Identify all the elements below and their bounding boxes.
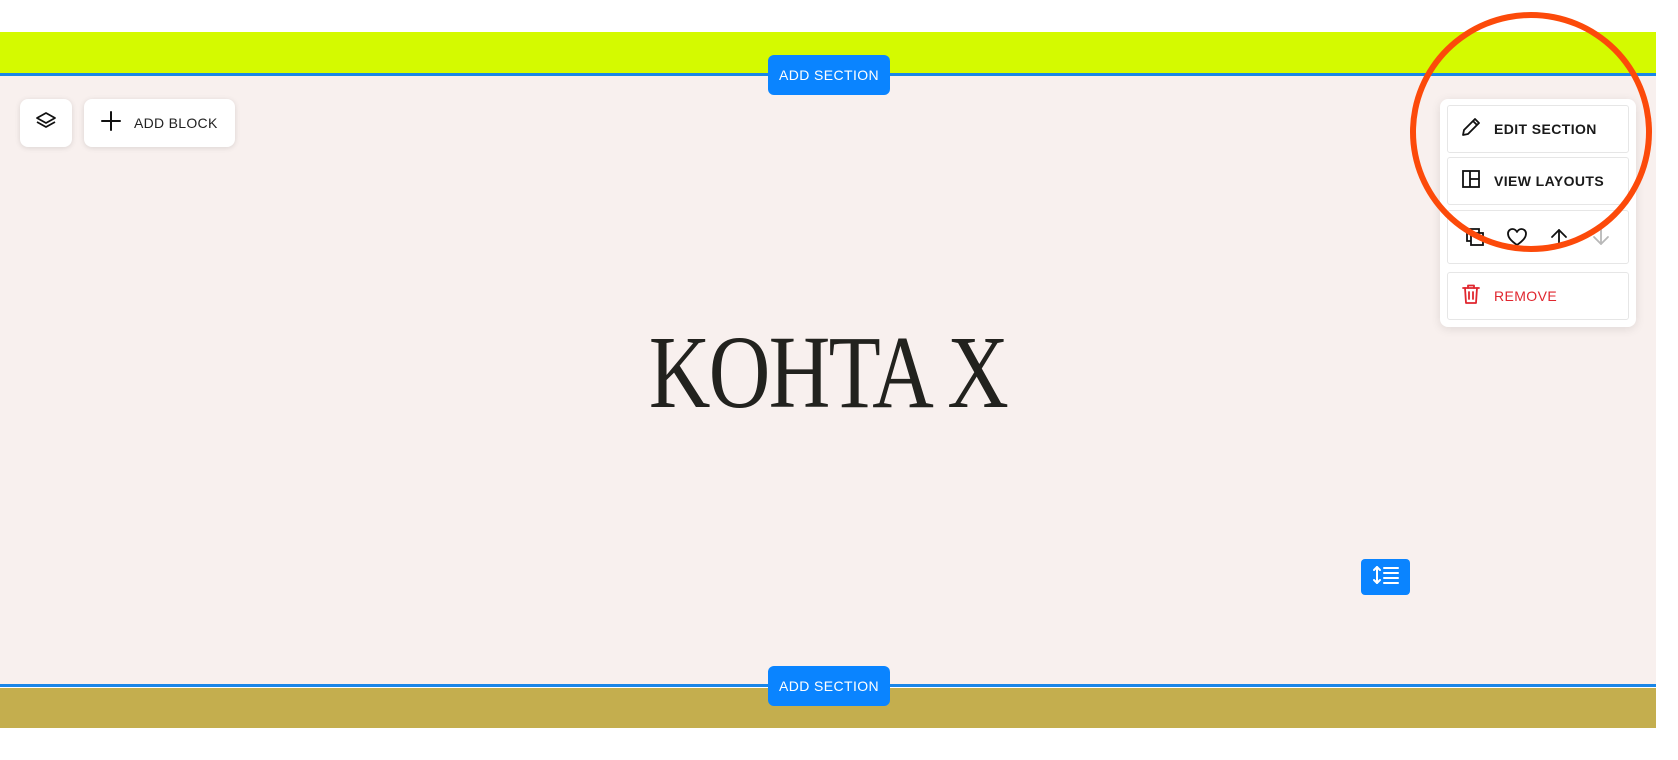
view-layouts-label: VIEW LAYOUTS <box>1494 173 1605 189</box>
section-spacing-button[interactable] <box>1361 559 1410 595</box>
section-heading[interactable]: KOHTA X <box>149 318 1507 428</box>
view-layouts-button[interactable]: VIEW LAYOUTS <box>1447 157 1629 205</box>
add-section-top-button[interactable]: ADD SECTION <box>768 55 890 95</box>
heart-icon[interactable] <box>1500 220 1534 254</box>
layout-icon <box>1460 168 1482 195</box>
section-quick-actions <box>1447 210 1629 264</box>
pencil-icon <box>1460 116 1482 143</box>
remove-section-button[interactable]: REMOVE <box>1447 272 1629 320</box>
edit-section-label: EDIT SECTION <box>1494 121 1597 137</box>
layers-icon <box>34 109 58 138</box>
edit-section-button[interactable]: EDIT SECTION <box>1447 105 1629 153</box>
layers-button[interactable] <box>20 99 72 147</box>
add-section-bottom-button[interactable]: ADD SECTION <box>768 666 890 706</box>
section-actions-panel: EDIT SECTION VIEW LAYOUTS REMOVE <box>1440 99 1636 327</box>
duplicate-icon[interactable] <box>1458 220 1492 254</box>
trash-icon <box>1460 283 1482 310</box>
line-spacing-icon <box>1372 564 1400 591</box>
plus-icon <box>100 110 122 137</box>
add-block-button[interactable]: ADD BLOCK <box>84 99 235 147</box>
remove-label: REMOVE <box>1494 288 1558 304</box>
arrow-up-icon[interactable] <box>1542 220 1576 254</box>
arrow-down-icon[interactable] <box>1584 220 1618 254</box>
add-block-label: ADD BLOCK <box>134 115 218 131</box>
